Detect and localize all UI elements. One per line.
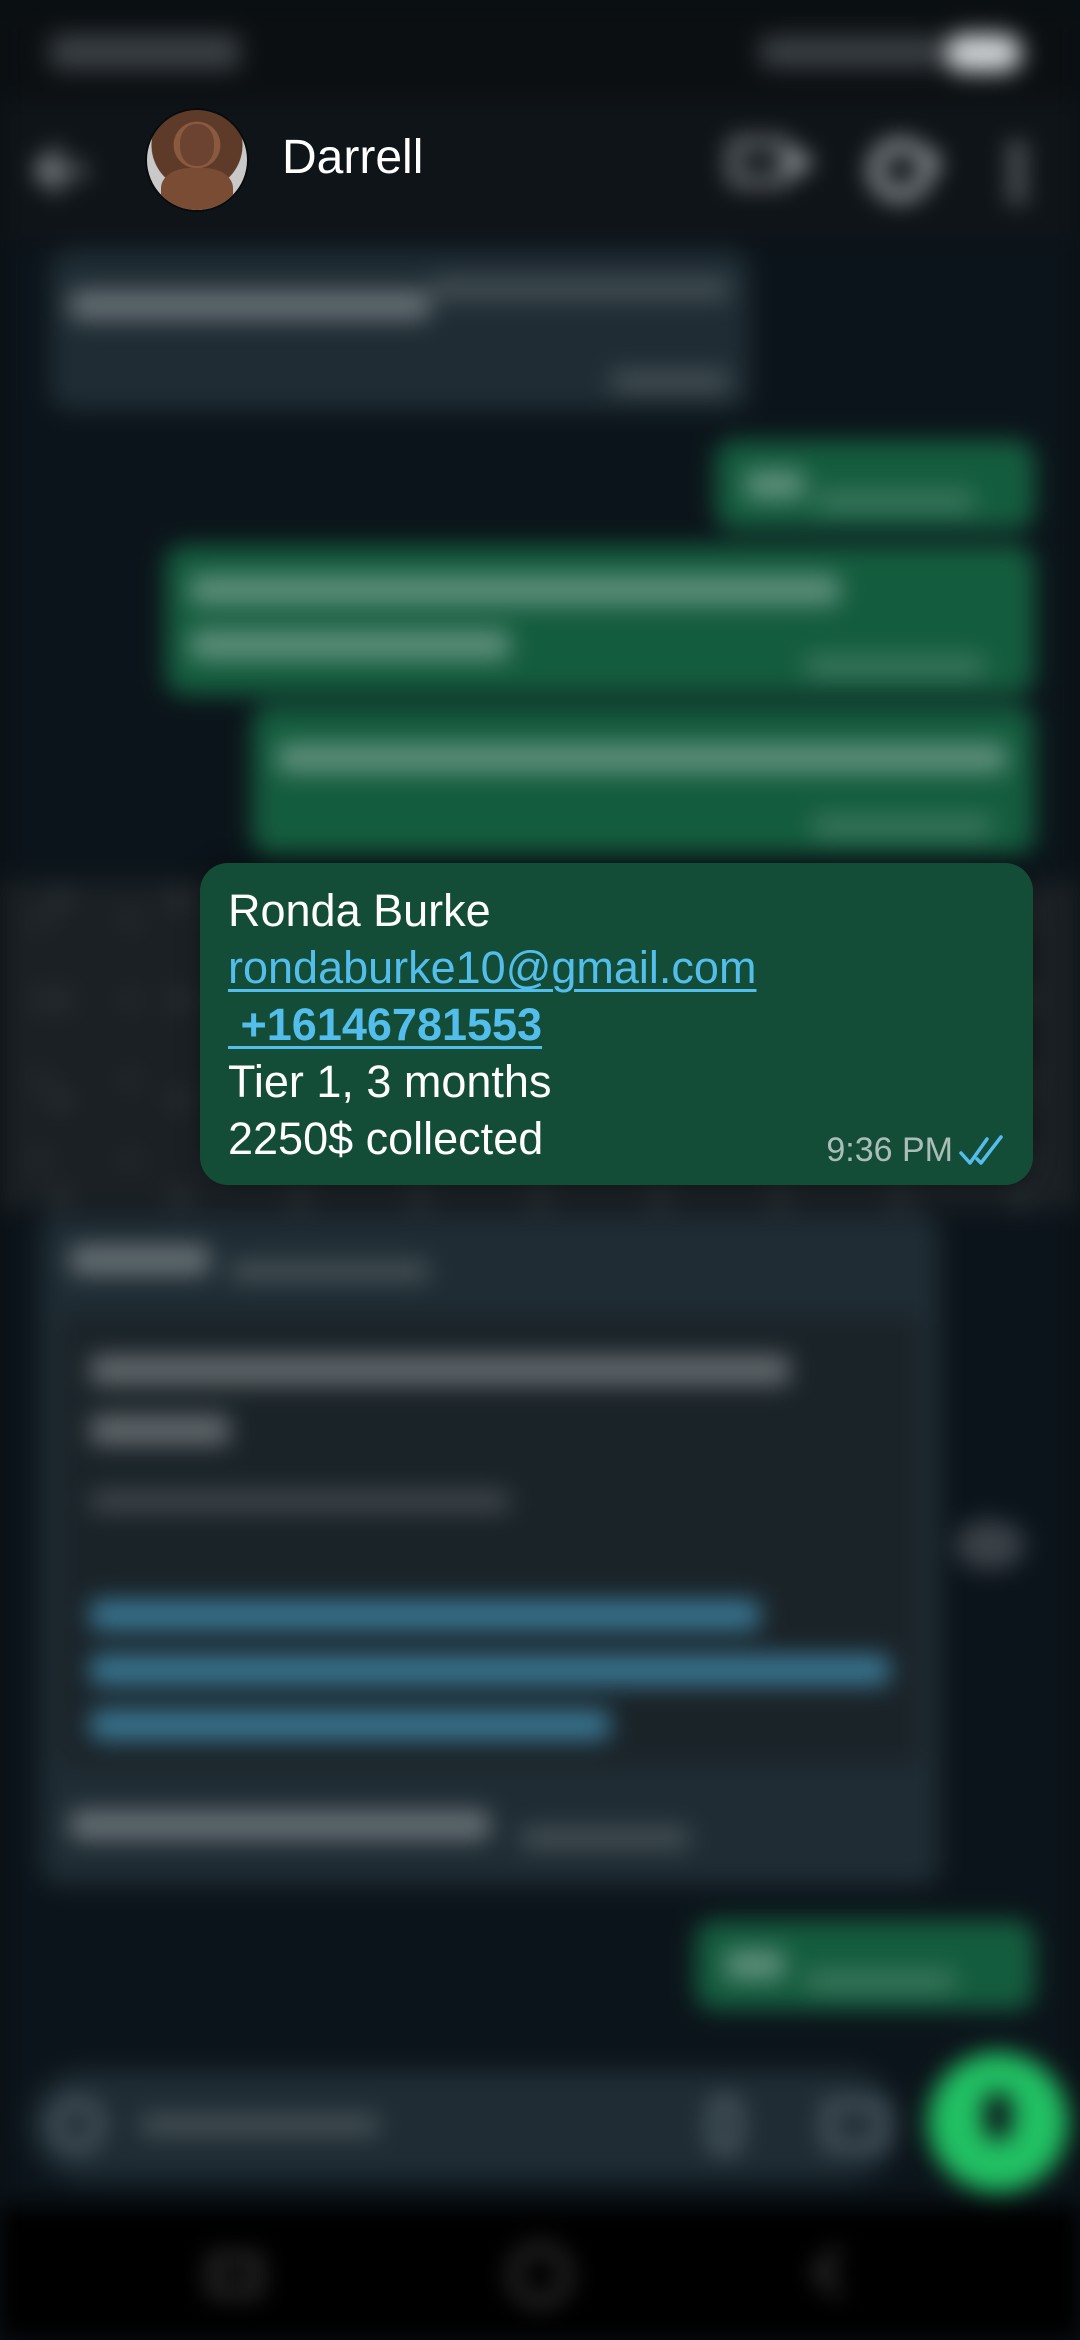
camera-icon[interactable]	[825, 2102, 885, 2148]
blurred-text	[610, 370, 730, 392]
battery-icon	[944, 34, 1022, 72]
phone-call-icon[interactable]	[859, 129, 941, 211]
message-bubble[interactable]	[40, 1215, 940, 1885]
focused-message-bubble[interactable]: Ronda Burke rondaburke10@gmail.com +1614…	[200, 863, 1033, 1185]
mic-icon	[984, 2092, 1012, 2140]
message-bubble[interactable]	[252, 705, 1035, 855]
avatar-body	[161, 168, 233, 210]
message-input-bar[interactable]	[30, 2070, 900, 2180]
blurred-text	[277, 743, 1007, 773]
contact-name[interactable]: Darrell	[282, 130, 423, 185]
video-call-icon[interactable]	[730, 140, 814, 184]
home-icon[interactable]	[510, 2245, 570, 2305]
blurred-text	[70, 1810, 490, 1840]
blurred-text	[812, 815, 992, 837]
recent-apps-icon[interactable]	[210, 2255, 260, 2295]
blurred-text	[805, 655, 985, 677]
message-line-tier: Tier 1, 3 months	[228, 1056, 552, 1107]
blurred-text	[725, 1950, 785, 1980]
blurred-text	[70, 290, 430, 320]
message-line-amount: 2250$ collected	[228, 1113, 544, 1164]
blurred-text	[190, 630, 510, 660]
blurred-text	[90, 1415, 230, 1445]
blurred-text	[90, 1490, 510, 1512]
blurred-text	[70, 1245, 210, 1275]
forward-icon[interactable]	[955, 1520, 1025, 1570]
message-bubble[interactable]	[50, 250, 750, 410]
attach-icon[interactable]	[710, 2098, 740, 2152]
status-bar	[0, 0, 1080, 100]
blurred-link	[90, 1710, 610, 1740]
message-line-name: Ronda Burke	[228, 885, 491, 936]
blurred-text	[745, 470, 805, 500]
blurred-text	[90, 1355, 790, 1385]
avatar-head	[180, 124, 214, 166]
blurred-text	[815, 490, 975, 512]
blurred-text	[190, 575, 840, 605]
blurred-text	[520, 1827, 690, 1849]
status-time	[50, 34, 240, 70]
blurred-link	[90, 1600, 760, 1630]
blurred-link	[90, 1655, 890, 1685]
message-placeholder	[140, 2114, 380, 2136]
blurred-text	[230, 1260, 430, 1282]
emoji-icon[interactable]	[52, 2100, 102, 2150]
message-bubble[interactable]	[715, 440, 1035, 530]
contact-avatar[interactable]	[147, 110, 247, 210]
link-preview[interactable]	[60, 1315, 920, 1765]
blurred-text	[805, 1970, 955, 1992]
phone-link[interactable]: +16146781553	[228, 997, 543, 1053]
more-options-icon[interactable]	[1010, 140, 1024, 200]
email-link[interactable]: rondaburke10@gmail.com	[228, 940, 756, 996]
message-timestamp: 9:36 PM	[826, 1131, 953, 1169]
double-check-icon	[959, 1135, 1003, 1165]
back-arrow-icon[interactable]	[40, 150, 86, 190]
blurred-text	[430, 278, 730, 300]
mic-button[interactable]	[928, 2052, 1068, 2192]
message-bubble[interactable]	[695, 1920, 1035, 2010]
message-bubble[interactable]	[165, 545, 1035, 695]
status-icons	[760, 36, 940, 68]
